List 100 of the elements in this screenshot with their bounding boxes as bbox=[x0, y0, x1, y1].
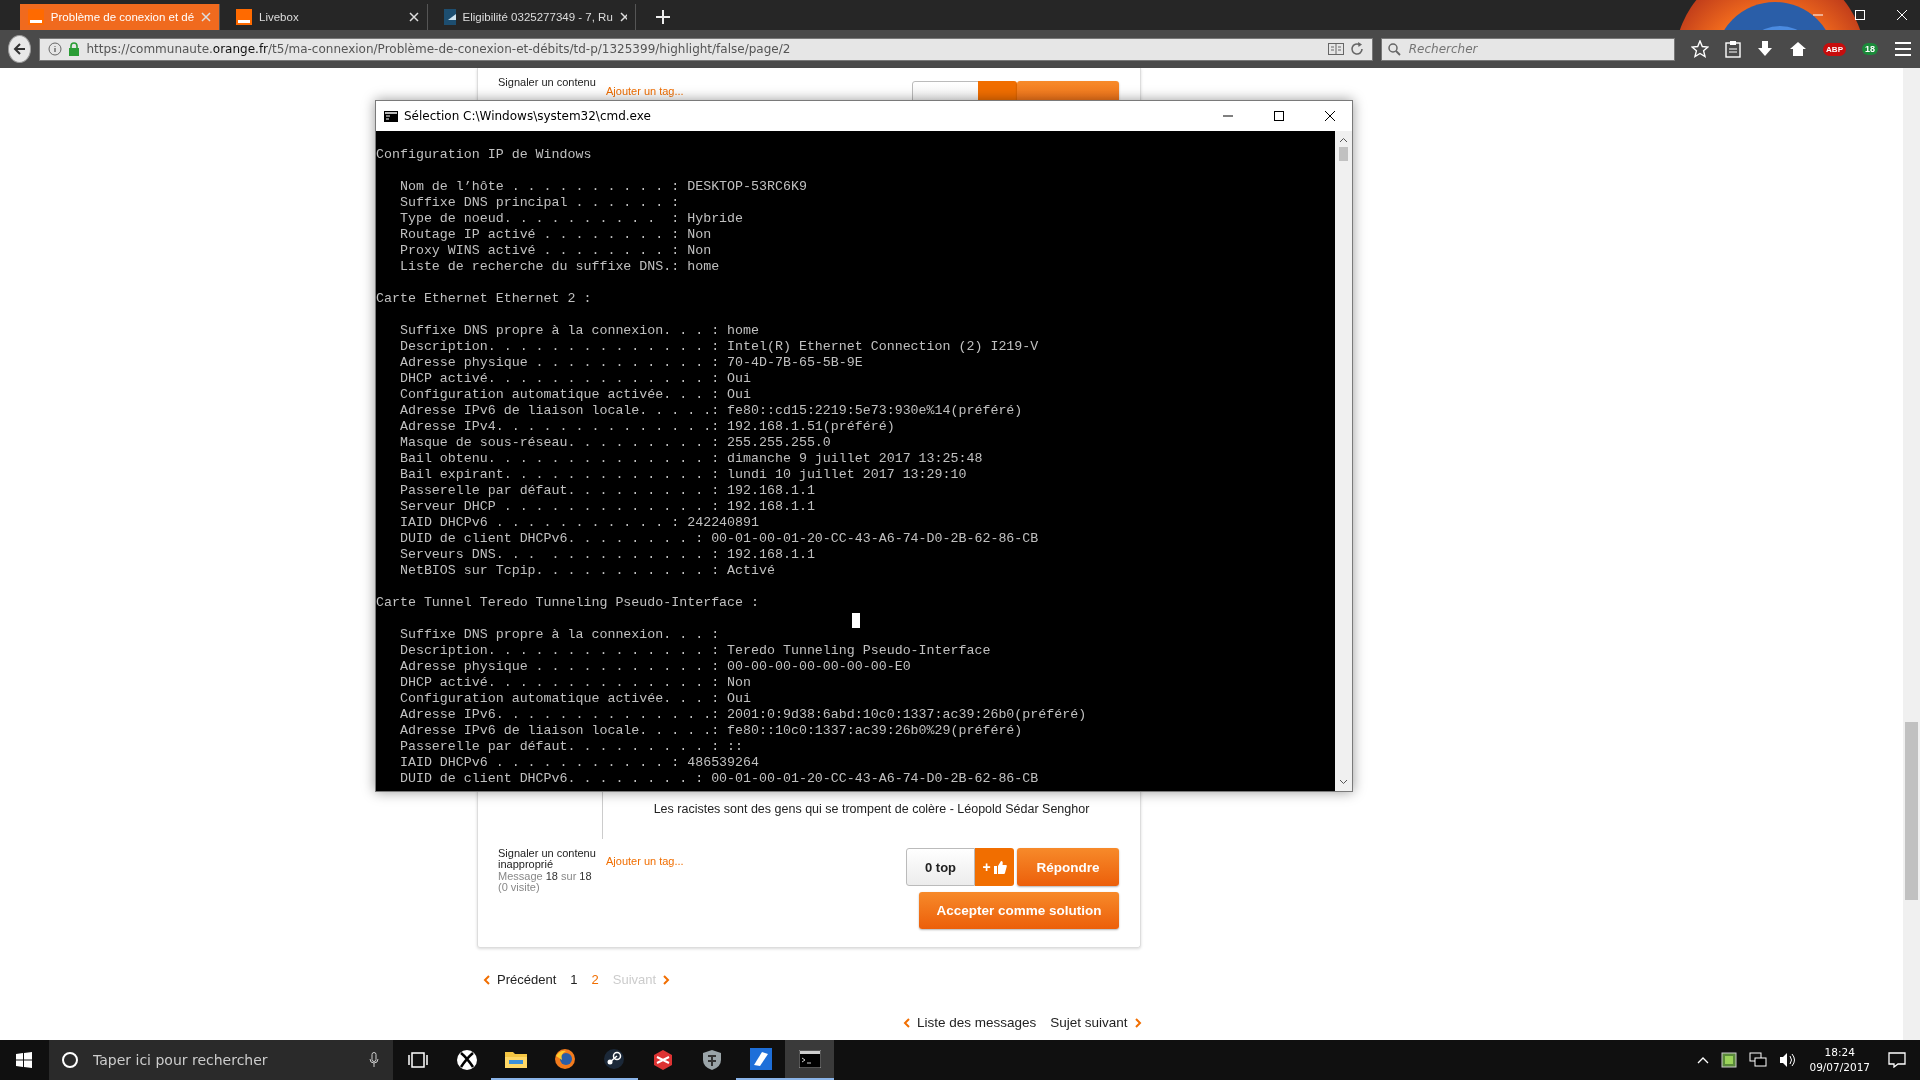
console-line: Passerelle par défaut. . . . . . . . . : 192.168.1.1 bbox=[398, 483, 816, 499]
console-line: Suffixe DNS principal . . . . . . : bbox=[398, 195, 681, 211]
home-icon[interactable] bbox=[1789, 40, 1808, 58]
network-icon[interactable] bbox=[1749, 1052, 1768, 1068]
chevron-right-icon bbox=[1134, 1017, 1142, 1028]
site-icon bbox=[236, 9, 252, 25]
menu-icon[interactable] bbox=[1894, 41, 1912, 57]
console-line: Adresse physique . . . . . . . . . . . : 00-00-00-00-00-00-00-E0 bbox=[398, 659, 912, 675]
chevron-left-icon bbox=[903, 1017, 910, 1028]
sphere-icon bbox=[455, 1049, 478, 1071]
search-field[interactable]: Taper ici pour rechercher bbox=[91, 1051, 357, 1069]
next-topic-link[interactable]: Sujet suivant bbox=[1050, 1015, 1142, 1030]
star-icon[interactable] bbox=[1691, 40, 1710, 58]
lock-icon bbox=[68, 42, 81, 56]
console-line: DHCP activé. . . . . . . . . . . . . . : Non bbox=[398, 675, 753, 691]
back-arrow-icon bbox=[12, 42, 27, 56]
console-line: IAID DHCPv6 . . . . . . . . . . . : 242240891 bbox=[398, 515, 760, 531]
console-line: Serveurs DNS. . . . . . . . . . . . . : 192.168.1.1 bbox=[398, 547, 816, 563]
console-line: Proxy WINS activé . . . . . . . . : Non bbox=[398, 243, 713, 259]
console-line: Suffixe DNS propre à la connexion. . . : home bbox=[398, 323, 760, 339]
search-icon bbox=[1387, 42, 1401, 56]
info-icon[interactable] bbox=[48, 42, 63, 56]
message-count: Message 18 sur 18 bbox=[498, 871, 593, 882]
caret-up-icon[interactable] bbox=[1697, 1056, 1710, 1064]
message-list-link[interactable]: Liste des messages bbox=[903, 1015, 1037, 1030]
search-bar[interactable]: Rechercher bbox=[1380, 37, 1676, 61]
console-icon bbox=[384, 110, 398, 122]
scroll-up-icon[interactable] bbox=[1339, 137, 1348, 143]
console-line: Configuration automatique activée. . . : Oui bbox=[398, 387, 753, 403]
console-icon bbox=[798, 1050, 821, 1068]
browser-icon bbox=[553, 1048, 576, 1070]
console-line: Carte Tunnel Teredo Tunneling Pseudo-Interface : bbox=[376, 595, 760, 611]
console-line: Nom de l’hôte . . . . . . . . . . : DESKTOP-53RC6K9 bbox=[398, 179, 808, 195]
scrollbar[interactable] bbox=[1903, 68, 1920, 1040]
tray-app-icon[interactable] bbox=[1721, 1052, 1738, 1068]
search-ring-icon bbox=[61, 1051, 79, 1069]
console-line: Liste de recherche du suffixe DNS.: home bbox=[398, 259, 721, 275]
app-icon bbox=[749, 1048, 772, 1070]
back-button[interactable] bbox=[8, 35, 32, 63]
page-link[interactable]: 1 bbox=[570, 972, 578, 987]
game-icon bbox=[651, 1049, 674, 1071]
chevron-left-icon bbox=[483, 974, 490, 985]
reader-icon[interactable] bbox=[1327, 43, 1344, 55]
address-field[interactable]: https://communaute.orange.fr/t5/ma-connexion/Problème-de-conexion-et-débits/td-p/1325399/highlight/false/page/2 bbox=[39, 37, 1373, 61]
window-title: Sélection C:\Windows\system32\cmd.exe bbox=[404, 109, 651, 123]
chevron-right-icon bbox=[663, 974, 671, 985]
site-icon bbox=[28, 9, 44, 25]
console-line: DUID de client DHCPv6. . . . . . . . : 00-01-00-01-20-CC-43-A6-74-D0-2B-62-86-CB bbox=[398, 531, 1040, 547]
site-icon bbox=[444, 9, 456, 25]
search-field[interactable]: Rechercher bbox=[1406, 41, 1669, 57]
scroll-thumb[interactable] bbox=[1339, 147, 1348, 161]
folder-icon bbox=[504, 1050, 527, 1068]
clock-time[interactable]: 18:24 bbox=[1824, 1045, 1855, 1060]
console-line: Configuration automatique activée. . . : Oui bbox=[398, 691, 753, 707]
text-cursor bbox=[852, 613, 860, 628]
four-panes-icon bbox=[16, 1052, 32, 1068]
console-line: Adresse IPv4. . . . . . . . . . . . . .: 192.168.1.51(préféré) bbox=[398, 419, 896, 435]
microphone-icon[interactable] bbox=[369, 1052, 379, 1068]
notification-icon[interactable] bbox=[1888, 1052, 1906, 1068]
browser-tab[interactable]: Eligibilité 0325277349 - 7, Ru bbox=[436, 4, 636, 30]
console-line: Configuration IP de Windows bbox=[376, 147, 593, 163]
reload-icon[interactable] bbox=[1349, 42, 1364, 56]
console-line: DHCP activé. . . . . . . . . . . . . . : Oui bbox=[398, 371, 753, 387]
console-line: Type de noeud. . . . . . . . . . : Hybride bbox=[398, 211, 745, 227]
volume-icon[interactable] bbox=[1779, 1052, 1798, 1068]
taskbar-app[interactable] bbox=[785, 1040, 834, 1080]
extension-button[interactable]: ABP bbox=[1823, 42, 1846, 56]
browser-tab[interactable]: Livebox bbox=[228, 4, 428, 30]
visit-count: (0 visite) bbox=[498, 882, 540, 893]
console-line: Suffixe DNS propre à la connexion. . . : bbox=[398, 627, 721, 643]
console-line: Carte Ethernet Ethernet 2 : bbox=[376, 291, 593, 307]
notification-badge[interactable]: 18 bbox=[1862, 43, 1878, 55]
console-line: Passerelle par défaut. . . . . . . . . : :: bbox=[398, 739, 745, 755]
kudos-button[interactable]: 0 top bbox=[906, 848, 975, 886]
clock-date[interactable]: 09/07/2017 bbox=[1809, 1060, 1870, 1075]
console-line: DUID de client DHCPv6. . . . . . . . : 00-01-00-01-20-CC-43-A6-74-D0-2B-62-86-CB bbox=[398, 771, 1040, 787]
close-icon[interactable] bbox=[1324, 110, 1336, 122]
scroll-thumb[interactable] bbox=[1905, 722, 1918, 900]
console-line: Adresse physique . . . . . . . . . . . : 70-4D-7B-65-5B-9E bbox=[398, 355, 864, 371]
scroll-down-icon[interactable] bbox=[1339, 779, 1348, 785]
download-icon[interactable] bbox=[1757, 40, 1774, 58]
console-line: NetBIOS sur Tcpip. . . . . . . . . . . : Activé bbox=[398, 563, 776, 579]
console-line: Adresse IPv6 de liaison locale. . . . .: fe80::10c0:1337:ac39:26b0%29(préféré) bbox=[398, 723, 1024, 739]
task-view-icon bbox=[407, 1051, 428, 1069]
console-line: Serveur DHCP . . . . . . . . . . . . . : 192.168.1.1 bbox=[398, 499, 816, 515]
console-line: Adresse IPv6 de liaison locale. . . . .: fe80::cd15:2219:5e73:930e%14(préféré) bbox=[398, 403, 1024, 419]
scrollbar[interactable] bbox=[1335, 131, 1352, 791]
console-line: Description. . . . . . . . . . . . . . : Intel(R) Ethernet Connection (2) I219-V bbox=[398, 339, 1040, 355]
search-bar[interactable]: Taper ici pour rechercher bbox=[49, 1040, 393, 1080]
report-link[interactable]: Signaler un contenu inapproprié bbox=[498, 848, 602, 870]
maximize-icon[interactable] bbox=[1273, 110, 1285, 122]
plus-icon[interactable] bbox=[656, 10, 670, 24]
console-line: Bail obtenu. . . . . . . . . . . . . . : dimanche 9 juillet 2017 13:25:48 bbox=[398, 451, 984, 467]
clipboard-icon[interactable] bbox=[1725, 40, 1742, 58]
previous-link[interactable]: Précédent bbox=[483, 972, 557, 987]
console-line: Bail expirant. . . . . . . . . . . . . : lundi 10 juillet 2017 13:29:10 bbox=[398, 467, 968, 483]
shield-icon bbox=[701, 1049, 722, 1071]
console-line: IAID DHCPv6 . . . . . . . . . . . : 486539264 bbox=[398, 755, 760, 771]
report-link[interactable]: Signaler un contenu bbox=[498, 76, 602, 88]
console-line: Description. . . . . . . . . . . . . . : Teredo Tunneling Pseudo-Interface bbox=[398, 643, 992, 659]
